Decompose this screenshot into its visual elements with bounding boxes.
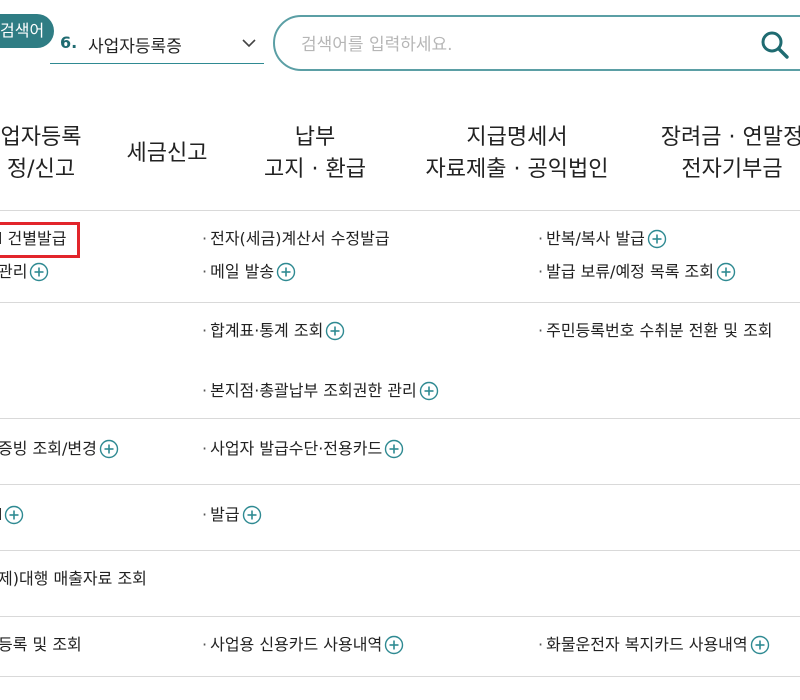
menu-item-summary-stats[interactable]: · 합계표·통계 조회 [202, 319, 345, 343]
search-box [273, 15, 800, 71]
menu-item-hold-list[interactable]: · 발급 보류/예정 목록 조회 [538, 260, 736, 284]
menu-item-repeat-copy-issue[interactable]: · 반복/복사 발급 [538, 227, 667, 251]
menu-item-label: 발급 보류/예정 목록 조회 [546, 262, 714, 281]
menu-item-branch-permission[interactable]: · 본지점·총괄납부 조회권한 관리 [202, 379, 439, 403]
menu-item-partial[interactable]: l [0, 503, 24, 527]
menu-item-evidence-change[interactable]: 증빙 조회/변경 [0, 437, 119, 461]
menu-item-label: 관리 [0, 262, 28, 281]
plus-circle-icon[interactable] [4, 505, 24, 525]
plus-circle-icon[interactable] [750, 635, 770, 655]
plus-circle-icon[interactable] [384, 439, 404, 459]
menu-header-row: 업자등록 정/신고 세금신고 납부 고지 · 환급 지급명세서 자료제출 · 공… [0, 110, 800, 211]
menu-row [0, 210, 800, 303]
menu-item-revised-issue[interactable]: · 전자(세금)계산서 수정발급 [202, 227, 390, 251]
plus-circle-icon[interactable] [384, 635, 404, 655]
menu-item-label: 증빙 조회/변경 [0, 439, 97, 458]
highlight-box [0, 222, 80, 258]
menu-header-line: 지급명세서 [466, 125, 568, 150]
menu-header-line: 고지 · 환급 [264, 157, 366, 182]
menu-item-label: l [0, 505, 3, 524]
menu-item-mail-send[interactable]: · 메일 발송 [202, 260, 296, 284]
menu-item-management[interactable]: 관리 [0, 260, 49, 284]
menu-item-label: 제)대행 매출자료 조회 [0, 569, 147, 588]
plus-circle-icon[interactable] [647, 229, 667, 249]
menu-row [0, 484, 800, 551]
menu-header-registration[interactable]: 업자등록 정/신고 [0, 122, 96, 186]
menu-item-register-inquiry[interactable]: 등록 및 조회 [0, 633, 82, 657]
menu-item-label: 사업용 신용카드 사용내역 [210, 635, 383, 654]
menu-item-label: 합계표·통계 조회 [210, 321, 324, 340]
category-number: 6. [60, 33, 78, 52]
menu-item-label: 전자(세금)계산서 수정발급 [210, 229, 390, 248]
menu-header-line: 자료제출 · 공익법인 [425, 157, 609, 182]
menu-item-label: 주민등록번호 수취분 전환 및 조회 [546, 321, 773, 340]
menu-item-label: 반복/복사 발급 [546, 229, 645, 248]
menu-item-business-credit-card[interactable]: · 사업용 신용카드 사용내역 [202, 633, 404, 657]
plus-circle-icon[interactable] [242, 505, 262, 525]
chevron-down-icon [242, 39, 256, 48]
menu-item-resident-number-convert[interactable]: · 주민등록번호 수취분 전환 및 조회 [538, 319, 773, 343]
menu-header-line: 납부 [294, 125, 336, 150]
menu-item-label: 화물운전자 복지카드 사용내역 [546, 635, 748, 654]
plus-circle-icon[interactable] [276, 262, 296, 282]
menu-header-line: 장려금 · 연말정 [660, 125, 800, 150]
menu-header-tax-filing[interactable]: 세금신고 [112, 138, 222, 170]
plus-circle-icon[interactable] [419, 381, 439, 401]
plus-circle-icon[interactable] [29, 262, 49, 282]
menu-header-payment[interactable]: 납부 고지 · 환급 [250, 122, 380, 186]
category-label: 사업자등록증 [88, 37, 182, 57]
plus-circle-icon[interactable] [325, 321, 345, 341]
menu-item-label: 본지점·총괄납부 조회권한 관리 [210, 381, 417, 400]
menu-item-proxy-sales[interactable]: 제)대행 매출자료 조회 [0, 567, 147, 591]
plus-circle-icon[interactable] [99, 439, 119, 459]
menu-item-issue[interactable]: · 발급 [202, 503, 262, 527]
category-select[interactable]: 6. 사업자등록증 [50, 24, 264, 64]
menu-item-freight-welfare-card[interactable]: · 화물운전자 복지카드 사용내역 [538, 633, 770, 657]
menu-header-line: 전자기부금 [681, 157, 783, 182]
menu-header-line: 정/신고 [6, 157, 76, 182]
search-tag: 검색어 [0, 14, 55, 48]
search-input[interactable] [299, 29, 723, 61]
search-bar: 검색어 6. 사업자등록증 [0, 0, 800, 92]
menu-header-incentive[interactable]: 장려금 · 연말정 전자기부금 [652, 122, 800, 186]
menu-item-label: 메일 발송 [210, 262, 275, 281]
menu-header-line: 세금신고 [126, 141, 208, 166]
menu-item-label: 발급 [210, 505, 240, 524]
search-icon[interactable] [759, 29, 791, 61]
plus-circle-icon[interactable] [716, 262, 736, 282]
menu-item-label: 사업자 발급수단·전용카드 [210, 439, 383, 458]
menu-header-statement[interactable]: 지급명세서 자료제출 · 공익법인 [412, 122, 622, 186]
menu-item-business-card[interactable]: · 사업자 발급수단·전용카드 [202, 437, 404, 461]
menu-item-label: 등록 및 조회 [0, 635, 82, 654]
menu-header-line: 업자등록 [0, 125, 82, 150]
